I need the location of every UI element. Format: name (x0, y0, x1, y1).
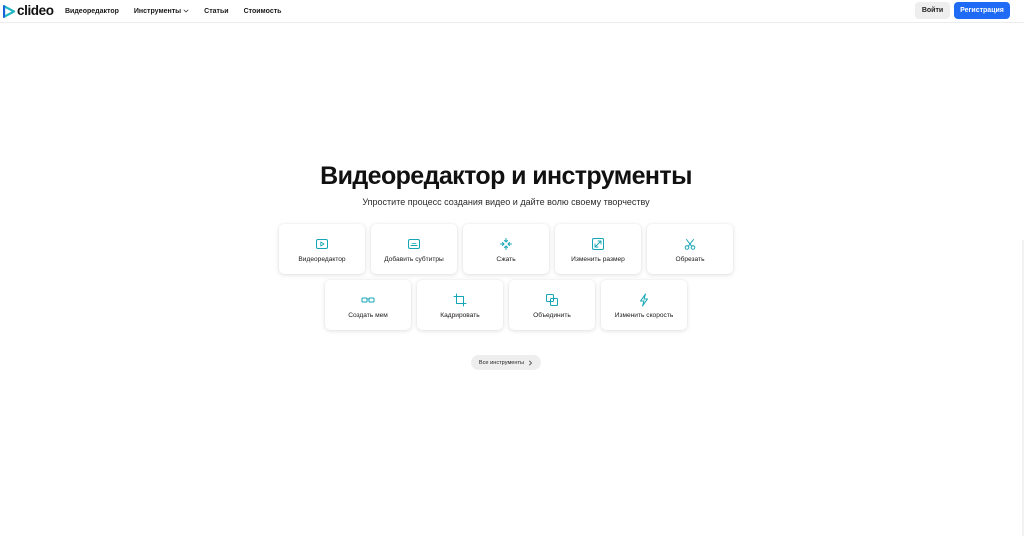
tool-card-change-speed[interactable]: Изменить скорость (601, 280, 687, 330)
compress-icon (500, 238, 512, 250)
tool-card-label: Обрезать (675, 256, 705, 263)
chevron-right-icon (529, 360, 532, 365)
clideo-logo[interactable]: clideo (3, 3, 54, 19)
tools-row: Создать мем Кадрировать Объединить Измен… (0, 280, 1012, 330)
nav-link-label: Стоимость (243, 7, 282, 15)
page-title: Видеоредактор и инструменты (320, 162, 692, 190)
tool-card-label: Объединить (533, 312, 571, 319)
nav-dropdown-tools[interactable]: Инструменты (134, 8, 189, 15)
logo-text: clideo (17, 3, 54, 18)
chevron-down-icon (183, 9, 189, 13)
main-nav: Видеоредактор Инструменты Статьи Стоимос… (65, 0, 296, 22)
resize-icon (592, 238, 604, 250)
all-tools-button[interactable]: Все инструменты (471, 355, 541, 370)
top-navigation-bar: clideo Видеоредактор Инструменты Статьи … (0, 0, 1024, 23)
tool-card-video-editor[interactable]: Видеоредактор (279, 224, 365, 274)
login-button[interactable]: Войти (915, 2, 950, 19)
tool-card-trim[interactable]: Обрезать (647, 224, 733, 274)
meme-glasses-icon (361, 297, 375, 303)
nav-link-label: Статьи (204, 7, 229, 15)
tool-card-label: Изменить скорость (614, 312, 674, 319)
tool-card-compress[interactable]: Сжать (463, 224, 549, 274)
nav-link-video-editor[interactable]: Видеоредактор (65, 8, 119, 15)
nav-link-label: Видеоредактор (65, 7, 119, 15)
tool-card-label: Создать мем (348, 312, 388, 319)
tools-row: Видеоредактор Добавить субтитры Сжать Из… (0, 224, 1012, 274)
play-window-icon (316, 239, 328, 249)
crop-icon (453, 293, 467, 307)
tool-card-resize[interactable]: Изменить размер (555, 224, 641, 274)
merge-icon (546, 294, 558, 306)
tool-card-label: Видеоредактор (298, 256, 346, 263)
subtitles-icon (408, 239, 420, 249)
register-button[interactable]: Регистрация (954, 2, 1010, 19)
nav-link-label: Инструменты (133, 7, 182, 15)
tool-card-label: Изменить размер (571, 256, 625, 263)
tool-card-create-meme[interactable]: Создать мем (325, 280, 411, 330)
tool-card-label: Кадрировать (440, 312, 480, 319)
lightning-icon (640, 293, 648, 307)
tool-card-merge[interactable]: Объединить (509, 280, 595, 330)
all-tools-label: Все инструменты (478, 359, 525, 366)
tool-card-add-subtitles[interactable]: Добавить субтитры (371, 224, 457, 274)
tool-card-crop[interactable]: Кадрировать (417, 280, 503, 330)
clideo-logo-mark-icon (3, 4, 15, 18)
scissors-icon (684, 239, 696, 250)
tool-card-label: Добавить субтитры (384, 256, 444, 263)
page-subtitle: Упростите процесс создания видео и дайте… (362, 197, 650, 207)
nav-link-pricing[interactable]: Стоимость (244, 8, 282, 15)
nav-link-articles[interactable]: Статьи (204, 8, 228, 15)
tool-card-label: Сжать (496, 256, 516, 263)
